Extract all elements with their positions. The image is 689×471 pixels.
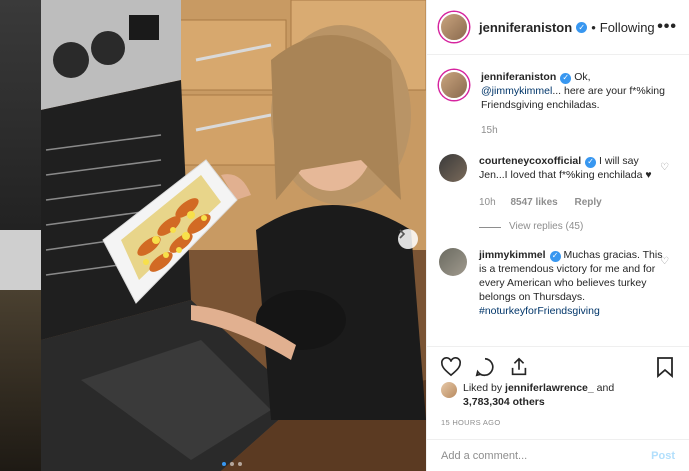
more-options-icon[interactable]: •••	[657, 18, 677, 36]
comment-input[interactable]	[441, 449, 652, 462]
replies-divider	[479, 226, 501, 228]
liker-avatar[interactable]	[441, 382, 457, 398]
carousel-dot	[238, 462, 242, 466]
caption-mention[interactable]: @jimmykimmel	[481, 85, 552, 97]
comment-time[interactable]: 10h	[479, 197, 496, 208]
post-comment-button[interactable]: Post	[651, 450, 675, 462]
add-comment-bar: Post	[427, 439, 689, 471]
caption: jenniferaniston ✓ Ok, @jimmykimmel... her…	[439, 70, 677, 138]
commenter-avatar[interactable]	[439, 154, 467, 182]
carousel-dot	[222, 462, 226, 466]
caption-time[interactable]: 15h	[481, 125, 498, 136]
carousel-dot	[230, 462, 234, 466]
liked-by-and: and	[596, 382, 615, 394]
separator-dot: •	[591, 19, 596, 35]
comment-meta: 10h 8547 likes Reply	[479, 196, 669, 210]
verified-badge-icon: ✓	[560, 72, 572, 84]
verified-badge-icon: ✓	[576, 21, 588, 33]
comment-hashtag[interactable]: #noturkeyforFriendsgiving	[479, 305, 600, 317]
post-actions	[427, 346, 689, 386]
comment: jimmykimmel ✓ Muchas gracias. This is a t…	[439, 248, 677, 318]
previous-post-peek	[0, 0, 41, 471]
comment-author[interactable]: courteneycoxofficial	[479, 155, 581, 167]
liked-by: Liked by jenniferlawrence_ and 3,783,304…	[441, 381, 677, 409]
carousel-dots	[222, 462, 242, 466]
small-heart-icon[interactable]: ♡	[660, 162, 669, 173]
liked-by-others[interactable]: 3,783,304 others	[463, 396, 545, 408]
small-heart-icon[interactable]: ♡	[660, 256, 669, 267]
author-username[interactable]: jenniferaniston	[479, 20, 572, 35]
verified-badge-icon: ✓	[585, 156, 597, 168]
share-icon[interactable]	[507, 355, 531, 379]
view-replies-button[interactable]: View replies (45)	[479, 220, 669, 234]
chevron-right-icon	[399, 229, 406, 239]
bookmark-icon[interactable]	[653, 355, 677, 379]
following-status[interactable]: Following	[600, 20, 655, 35]
liked-by-user[interactable]: jenniferlawrence_	[505, 382, 594, 394]
verified-badge-icon: ✓	[549, 250, 561, 262]
comment-icon[interactable]	[473, 355, 497, 379]
comment: courteneycoxofficial ✓ I will say Jen...I…	[439, 154, 677, 234]
comments-list[interactable]: jenniferaniston ✓ Ok, @jimmykimmel... her…	[427, 56, 689, 346]
reply-button[interactable]: Reply	[575, 197, 602, 208]
photo-illustration	[41, 0, 426, 471]
post-timestamp[interactable]: 15 HOURS AGO	[441, 418, 500, 427]
caption-text-prefix: Ok,	[574, 71, 591, 83]
post-header: jenniferaniston ✓ • Following •••	[427, 0, 689, 55]
post-photo[interactable]	[41, 0, 426, 471]
comment-author[interactable]: jimmykimmel	[479, 249, 546, 261]
commenter-avatar[interactable]	[439, 248, 467, 276]
author-avatar[interactable]	[439, 12, 469, 42]
heart-icon[interactable]	[439, 355, 463, 379]
caption-author[interactable]: jenniferaniston	[481, 71, 556, 83]
liked-by-prefix: Liked by	[463, 382, 503, 394]
next-photo-button[interactable]	[398, 229, 418, 249]
caption-author-avatar[interactable]	[439, 70, 469, 100]
post-side-panel: jenniferaniston ✓ • Following ••• jennif…	[426, 0, 689, 471]
comment-likes[interactable]: 8547 likes	[510, 197, 557, 208]
caption-meta: 15h	[481, 124, 671, 138]
view-replies-label: View replies (45)	[509, 221, 584, 232]
